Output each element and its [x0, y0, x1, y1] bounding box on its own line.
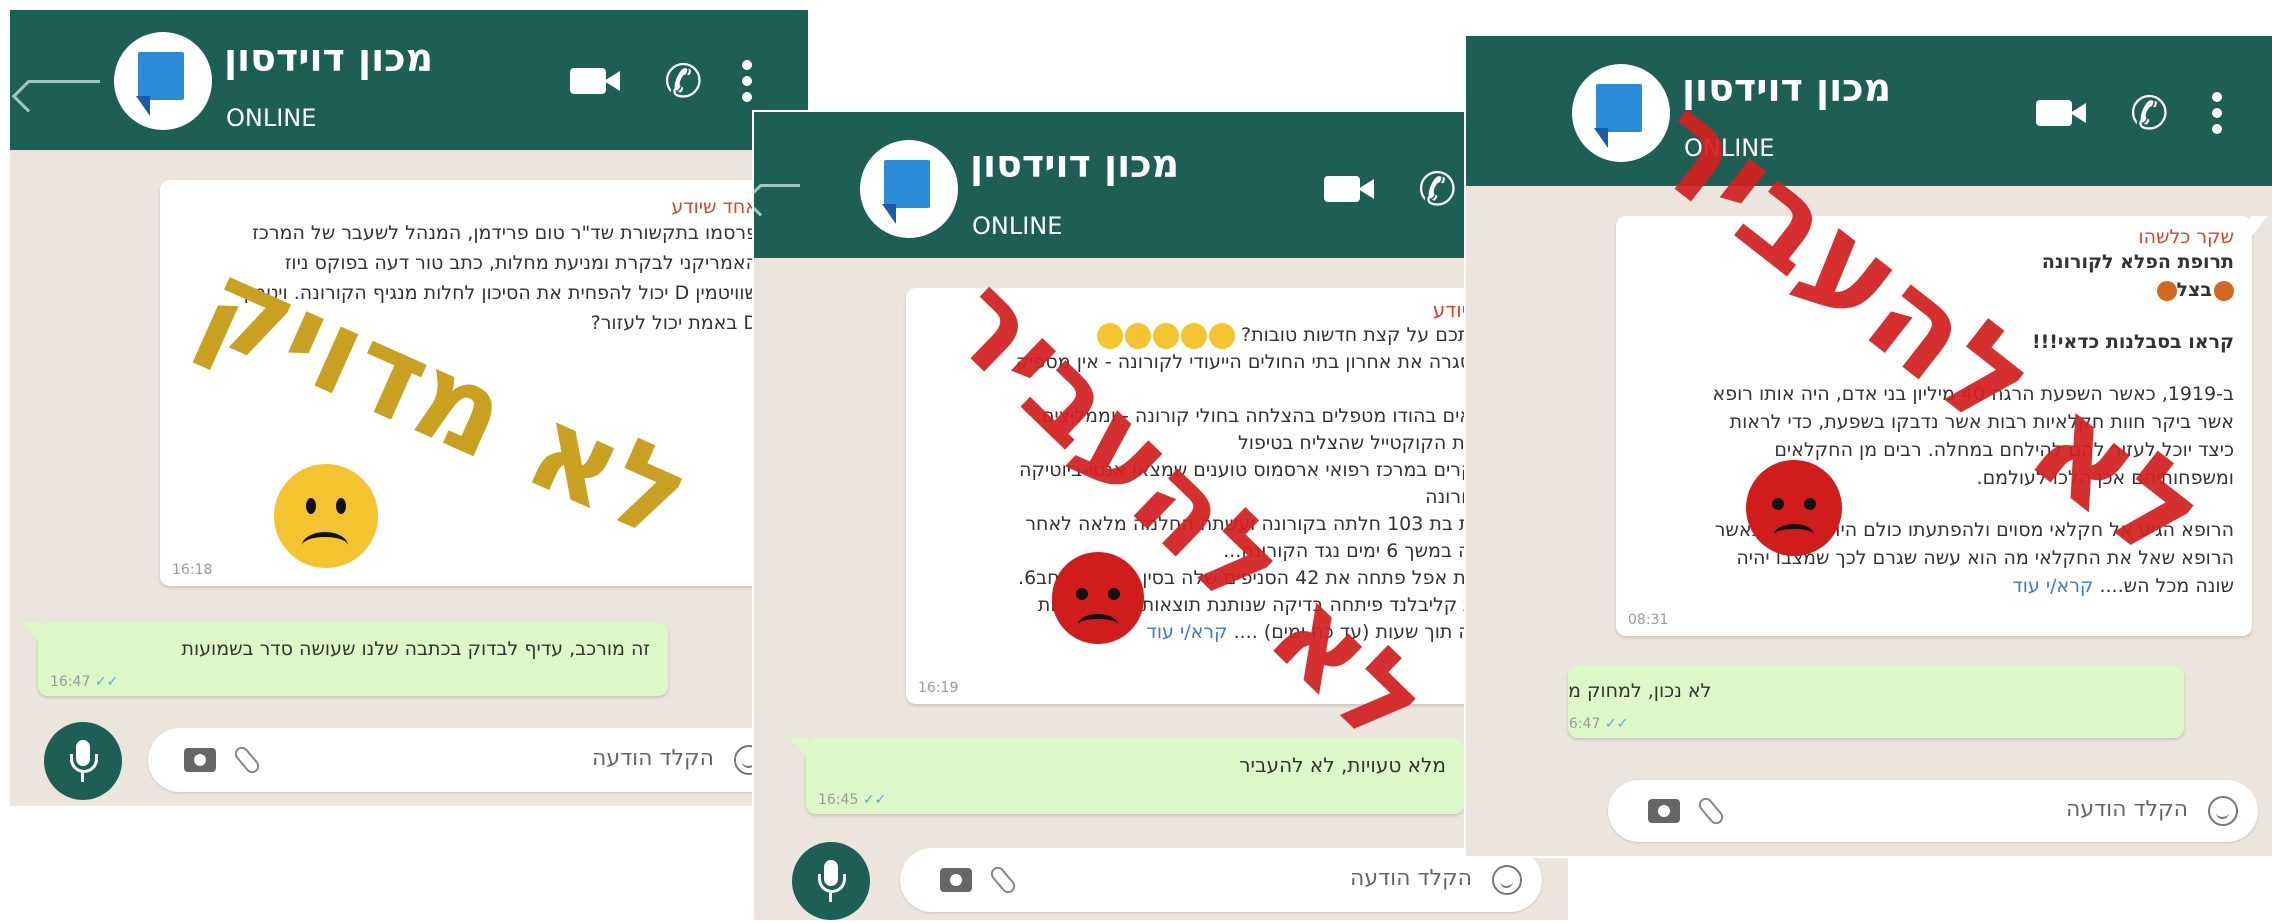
double-check-icon: ✓✓ — [1604, 716, 1629, 732]
paperclip-icon[interactable] — [987, 864, 1019, 896]
outgoing-message[interactable]: זה מורכב, עדיף לבדוק בכתבה שלנו שעושה סד… — [22, 622, 668, 696]
back-arrow-icon[interactable] — [28, 80, 100, 83]
message-time: 16:18 — [172, 562, 213, 578]
smile-emoji-icon — [1208, 322, 1235, 349]
double-check-icon: ✓✓ — [862, 792, 887, 808]
message-input[interactable]: הקלד הודעה — [148, 728, 784, 792]
double-check-icon: ✓✓ — [94, 674, 119, 690]
outgoing-text: לא נכון, למחוק מ — [1568, 680, 1712, 702]
onion-emoji-icon — [2156, 280, 2177, 301]
camera-icon[interactable] — [940, 868, 972, 892]
outgoing-message[interactable]: לא נכון, למחוק מ 16:47 ✓✓ — [1568, 666, 2184, 738]
camera-icon[interactable] — [1648, 799, 1680, 823]
phone-icon[interactable]: ✆ — [664, 58, 703, 104]
emoji-icon[interactable] — [2208, 796, 2238, 826]
message-input[interactable]: הקלד הודעה — [900, 848, 1542, 912]
chat-panel-2: מכון דוידסון ONLINE ✆ אחד שיודע מה דעתכם… — [752, 110, 1570, 922]
camera-icon[interactable] — [184, 748, 216, 772]
chat-header: מכון דוידסון ONLINE ✆ — [754, 112, 1568, 258]
angry-face-icon — [1746, 460, 1842, 556]
chat-panel-3: מכון דוידסון ONLINE ✆ שקר כלשהו תרופת הפ… — [1464, 34, 2272, 858]
message-time: 16:19 — [918, 680, 959, 696]
outgoing-message[interactable]: מלא טעויות, לא להעביר 16:45 ✓✓ — [790, 738, 1464, 814]
smile-emoji-icon — [1124, 322, 1151, 349]
contact-status: ONLINE — [972, 212, 1063, 240]
read-more-link[interactable]: קרא/י עוד — [2012, 575, 2093, 597]
smile-emoji-icon — [1180, 322, 1207, 349]
outgoing-text: זה מורכב, עדיף לבדוק בכתבה שלנו שעושה סד… — [181, 638, 650, 660]
avatar[interactable] — [860, 140, 958, 238]
more-options-icon[interactable] — [2212, 92, 2222, 140]
message-time: 16:47 ✓✓ — [50, 674, 119, 690]
contact-status: ONLINE — [226, 104, 317, 132]
message-time: 16:47 ✓✓ — [1568, 716, 1629, 732]
video-call-icon[interactable] — [2036, 100, 2086, 126]
back-arrow-icon[interactable] — [760, 184, 800, 187]
message-time: 16:45 ✓✓ — [818, 792, 887, 808]
paperclip-icon[interactable] — [1695, 795, 1727, 827]
input-placeholder: הקלד הודעה — [591, 746, 714, 771]
chat-panel-1: מכון דוידסון ONLINE ✆ אחד שיודע פרסמו בת… — [8, 8, 810, 808]
emoji-icon[interactable] — [1492, 865, 1522, 895]
phone-icon[interactable]: ✆ — [1418, 166, 1457, 212]
avatar[interactable] — [114, 32, 212, 130]
chat-header: מכון דוידסון ONLINE ✆ — [1466, 36, 2272, 186]
more-options-icon[interactable] — [742, 60, 752, 108]
chat-header: מכון דוידסון ONLINE ✆ — [10, 10, 808, 150]
outgoing-text: מלא טעויות, לא להעביר — [1239, 753, 1446, 777]
contact-name[interactable]: מכון דוידסון — [224, 36, 433, 80]
sender-name: אחד שיודע — [671, 196, 758, 218]
microphone-button[interactable] — [792, 842, 870, 920]
message-time: 08:31 — [1628, 612, 1669, 628]
message-input[interactable]: הקלד הודעה — [1608, 780, 2258, 842]
microphone-button[interactable] — [44, 722, 122, 800]
input-placeholder: הקלד הודעה — [1349, 866, 1472, 891]
video-call-icon[interactable] — [570, 68, 620, 94]
paperclip-icon[interactable] — [231, 744, 263, 776]
smile-emoji-icon — [1152, 322, 1179, 349]
angry-face-icon — [1052, 552, 1144, 644]
sad-face-icon — [274, 464, 378, 568]
video-call-icon[interactable] — [1324, 176, 1374, 202]
contact-name[interactable]: מכון דוידסון — [970, 142, 1179, 186]
phone-icon[interactable]: ✆ — [2130, 90, 2169, 136]
input-placeholder: הקלד הודעה — [2065, 797, 2188, 822]
onion-emoji-icon — [2214, 280, 2234, 301]
